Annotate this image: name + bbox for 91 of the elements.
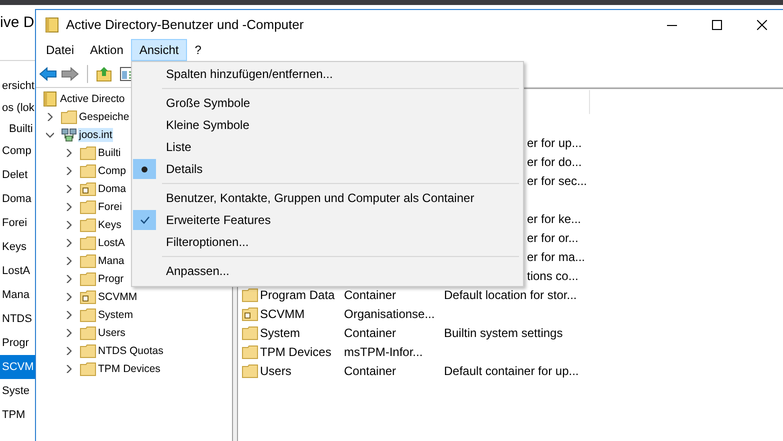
- folder-icon: [80, 236, 96, 250]
- folder-icon: [80, 146, 96, 160]
- table-cell: Organisationse...: [344, 306, 435, 320]
- tree-item[interactable]: Doma: [97, 182, 128, 196]
- maximize-icon: [712, 20, 722, 30]
- folder-icon: [80, 254, 96, 268]
- tree-item[interactable]: Forei: [0, 211, 35, 235]
- table-cell: er for sec...: [527, 174, 588, 188]
- tree-item[interactable]: Forei: [97, 200, 123, 214]
- table-cell[interactable]: Program Data: [260, 288, 335, 302]
- menu-item[interactable]: ?: [186, 39, 210, 61]
- folder-icon: [80, 272, 96, 286]
- tree-item[interactable]: NTDS Quotas: [97, 344, 164, 358]
- tree-item[interactable]: Comp: [97, 164, 128, 178]
- forward-icon[interactable]: [61, 67, 79, 81]
- table-cell[interactable]: TPM Devices: [260, 344, 332, 358]
- menu-item[interactable]: Große Symbole: [166, 96, 250, 110]
- book-icon: [42, 91, 58, 107]
- tree-item[interactable]: Comp: [0, 139, 35, 163]
- tree-item[interactable]: Doma: [0, 187, 35, 211]
- tree-item[interactable]: os (lok: [0, 97, 35, 119]
- table-cell: Container: [344, 326, 396, 340]
- menu-item[interactable]: Benutzer, Kontakte, Gruppen und Computer als Container: [166, 191, 474, 205]
- folder-icon: [61, 110, 77, 124]
- tree-item[interactable]: LostA: [97, 236, 126, 250]
- folder-icon: [80, 344, 96, 358]
- up-folder-icon[interactable]: [96, 66, 112, 82]
- folder-icon: [242, 326, 258, 340]
- table-cell: Builtin system settings: [444, 326, 563, 340]
- table-cell: Container: [344, 288, 396, 302]
- tree-item[interactable]: LostA: [0, 259, 35, 283]
- tree-item[interactable]: Progr: [0, 331, 35, 355]
- tree-item[interactable]: Keys: [0, 235, 35, 259]
- folder-icon: [242, 364, 258, 378]
- table-cell: er for ma...: [527, 250, 586, 264]
- table-cell: Default container for up...: [444, 364, 579, 378]
- tree-item[interactable]: NTDS: [0, 307, 35, 331]
- book-icon: [45, 16, 59, 32]
- tree-item[interactable]: TPM Devices: [97, 362, 162, 376]
- folder-icon: [80, 362, 96, 376]
- menu-item[interactable]: Kleine Symbole: [166, 118, 250, 132]
- tree-item[interactable]: Keys: [97, 218, 122, 232]
- back-icon[interactable]: [39, 67, 57, 81]
- folder-icon: [80, 218, 96, 232]
- tree-item[interactable]: Gespeiche: [78, 110, 130, 124]
- table-cell[interactable]: System: [260, 326, 300, 340]
- folder-icon: [242, 344, 258, 358]
- folder-icon: [80, 164, 96, 178]
- menu-item[interactable]: Anpassen...: [166, 264, 230, 278]
- menu-item[interactable]: Spalten hinzufügen/entfernen...: [166, 67, 333, 81]
- folder-icon: [242, 306, 258, 320]
- tree-item[interactable]: Users: [97, 326, 126, 340]
- folder-icon: [80, 326, 96, 340]
- tree-item[interactable]: System: [97, 308, 134, 322]
- table-cell: er for ke...: [527, 212, 582, 226]
- tree-item[interactable]: SCVMM: [97, 290, 138, 304]
- menu-item[interactable]: Aktion: [82, 39, 132, 61]
- menu-item[interactable]: Details: [166, 162, 203, 176]
- menu-item[interactable]: Ansicht: [131, 39, 187, 61]
- table-cell: Default location for stor...: [444, 288, 577, 302]
- table-cell: tions co...: [527, 268, 578, 282]
- tree-item[interactable]: Delet: [0, 163, 35, 187]
- menu-item[interactable]: Filteroptionen...: [166, 235, 249, 249]
- table-cell[interactable]: Users: [260, 364, 292, 378]
- tree-item[interactable]: Progr: [97, 272, 125, 286]
- menu-item[interactable]: Liste: [166, 140, 192, 154]
- tree-item[interactable]: ersicht: [0, 75, 35, 97]
- table-cell: Container: [344, 364, 396, 378]
- tree-item[interactable]: TPM: [0, 403, 35, 427]
- folder-icon: [80, 308, 96, 322]
- folder-icon: [80, 182, 96, 196]
- menu-item[interactable]: Datei: [38, 39, 82, 61]
- folder-icon: [80, 290, 96, 304]
- table-cell: er for or...: [527, 230, 578, 244]
- tree-item[interactable]: Builti: [97, 146, 122, 160]
- tree-item[interactable]: Mana: [97, 254, 126, 268]
- menu-item[interactable]: Erweiterte Features: [166, 213, 271, 227]
- folder-icon: [80, 200, 96, 214]
- table-cell: er for up...: [527, 136, 582, 150]
- computers-icon: [61, 127, 77, 143]
- tree-item[interactable]: SCVM: [0, 355, 35, 379]
- tree-item[interactable]: Mana: [0, 283, 35, 307]
- close-icon: [756, 20, 766, 30]
- tree-item[interactable]: Active Directo: [59, 92, 126, 106]
- tree-item[interactable]: joos.int: [78, 128, 114, 142]
- window-title: Active Directory-Benutzer und -Computer: [66, 17, 304, 32]
- tree-item[interactable]: Builti: [0, 119, 35, 139]
- tree-item[interactable]: Syste: [0, 379, 35, 403]
- table-cell[interactable]: SCVMM: [260, 306, 305, 320]
- table-cell: er for do...: [527, 154, 582, 168]
- table-cell: msTPM-Infor...: [344, 344, 423, 358]
